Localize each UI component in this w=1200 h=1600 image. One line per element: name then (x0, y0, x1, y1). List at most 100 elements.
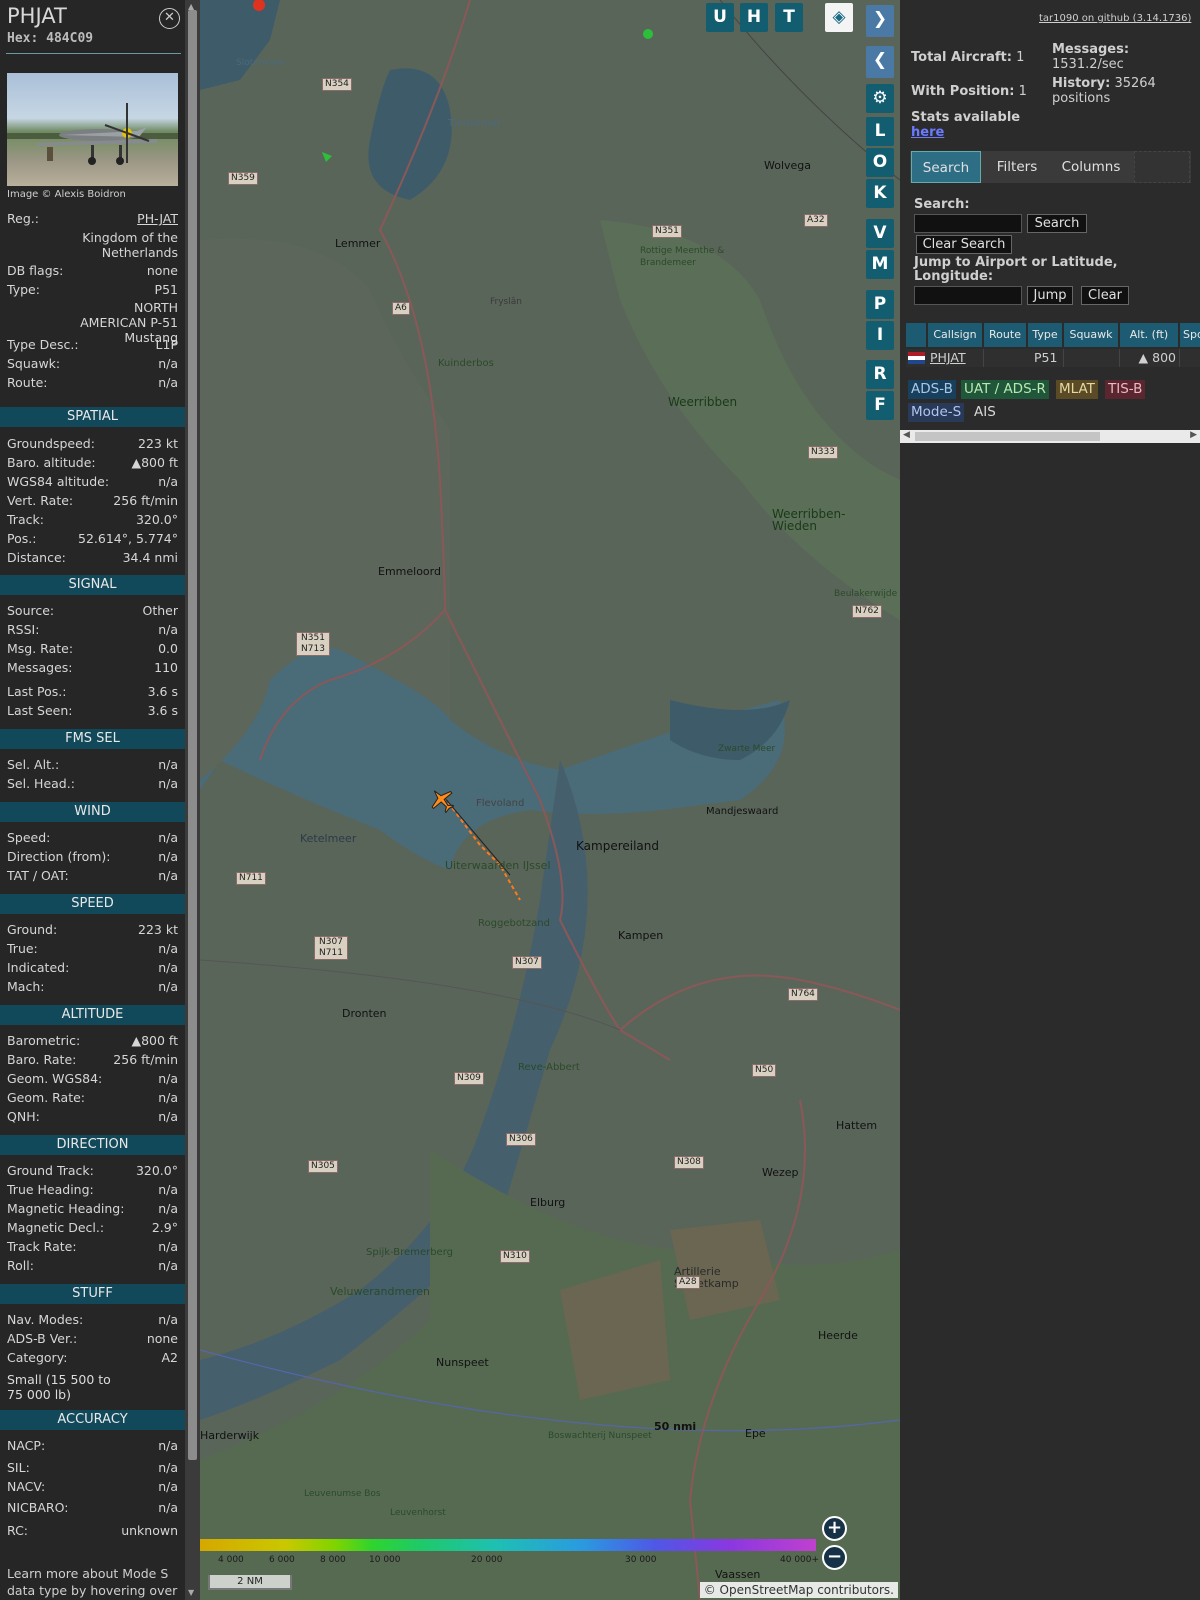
search-button[interactable]: Search (1027, 214, 1087, 233)
stats-here-link[interactable]: here (911, 125, 944, 140)
tab-columns[interactable]: Columns (1053, 151, 1129, 183)
scrollbar-thumb[interactable] (188, 10, 197, 1460)
settings-button[interactable]: ⚙ (866, 84, 894, 113)
clear-button[interactable]: Clear (1081, 286, 1129, 305)
row-callsign[interactable]: PHJAT (930, 349, 966, 367)
col-altitude[interactable]: Alt. (ft) (1120, 323, 1180, 347)
scroll-left-arrow-icon[interactable]: ◀ (903, 430, 910, 440)
badge-mlat[interactable]: MLAT (1056, 380, 1098, 399)
o-button[interactable]: O (866, 148, 894, 177)
tab-search[interactable]: Search (911, 151, 981, 183)
zoom-out-button[interactable]: − (822, 1545, 847, 1570)
detail-value: 52.614°, 5.774° (78, 531, 178, 546)
detail-row: True: n/a (7, 941, 178, 956)
road-label: A28 (676, 1276, 700, 1289)
badge-ais[interactable]: AIS (971, 403, 999, 422)
f-button[interactable]: F (866, 391, 894, 420)
jump-button[interactable]: Jump (1027, 286, 1073, 305)
detail-value: n/a (158, 1438, 178, 1453)
col-callsign[interactable]: Callsign (928, 323, 984, 347)
detail-row: Kingdom of the Netherlands (7, 230, 178, 260)
place-label: Vaassen (715, 1568, 761, 1581)
detail-row: Source: Other (7, 603, 178, 618)
section-header-altitude: ALTITUDE (0, 1005, 185, 1025)
tab-placeholder[interactable] (1134, 151, 1190, 183)
badge-adsb[interactable]: ADS-B (908, 380, 956, 399)
m-button[interactable]: M (866, 250, 894, 279)
col-speed[interactable]: Spd (1180, 323, 1200, 347)
tab-filters[interactable]: Filters (985, 151, 1049, 183)
i-button[interactable]: I (866, 321, 894, 350)
detail-row: Msg. Rate: 0.0 (7, 641, 178, 656)
sidebar-scrollbar[interactable]: ▲ ▼ (185, 0, 200, 1600)
detail-row: Pos.: 52.614°, 5.774° (7, 531, 178, 546)
detail-value: 3.6 s (147, 684, 178, 699)
section-header-signal: SIGNAL (0, 575, 185, 595)
close-icon[interactable]: ✕ (159, 8, 180, 29)
search-input[interactable] (914, 214, 1022, 233)
place-label: Hattem (836, 1119, 878, 1132)
detail-value: 0.0 (158, 641, 178, 656)
badge-modes[interactable]: Mode-S (908, 403, 965, 422)
detail-value[interactable]: PH-JAT (137, 211, 178, 226)
clear-search-button[interactable]: Clear Search (916, 235, 1012, 254)
zoom-in-button[interactable]: + (822, 1516, 847, 1541)
col-flag[interactable] (906, 323, 928, 347)
detail-value: 2.9° (151, 1220, 178, 1235)
green-plane-icon[interactable] (320, 150, 334, 164)
map-view[interactable]: Lemmer Wolvega Emmeloord Weerribben Weerribb… (200, 0, 900, 1600)
detail-value: ▲800 ft (131, 1033, 178, 1048)
place-label: Zwarte Meer (718, 744, 776, 754)
expand-right-button[interactable]: ❯ (866, 5, 894, 37)
detail-value: 223 kt (138, 436, 178, 451)
scroll-right-arrow-icon[interactable]: ▶ (1190, 430, 1197, 440)
detail-label: Geom. WGS84: (7, 1071, 103, 1086)
detail-row: NACV: n/a (7, 1479, 178, 1494)
detail-row: Sel. Alt.: n/a (7, 757, 178, 772)
table-horizontal-scrollbar[interactable]: ◀ ▶ (900, 430, 1200, 443)
layers-button[interactable]: ◈ (825, 3, 853, 32)
map-attribution[interactable]: © OpenStreetMap contributors. (699, 1582, 898, 1598)
v-button[interactable]: V (866, 219, 894, 248)
detail-row: Speed: n/a (7, 830, 178, 845)
hex-code: Hex: 484C09 (7, 31, 94, 46)
l-button[interactable]: L (866, 117, 894, 146)
p-button[interactable]: P (866, 290, 894, 319)
jump-input[interactable] (914, 286, 1022, 305)
detail-label: Track Rate: (7, 1239, 77, 1254)
aircraft-photo[interactable] (7, 73, 178, 186)
detail-row: Mach: n/a (7, 979, 178, 994)
detail-row: Category: A2 (7, 1350, 178, 1365)
detail-value: 256 ft/min (113, 1052, 178, 1067)
h-button[interactable]: H (740, 3, 768, 32)
github-link[interactable]: tar1090 on github (3.14.1736) (1039, 13, 1191, 24)
badge-uat[interactable]: UAT / ADS-R (961, 380, 1049, 399)
col-route[interactable]: Route (984, 323, 1028, 347)
detail-row: Type Desc.: L1P (7, 337, 178, 352)
detail-value: none (146, 263, 178, 278)
badge-tisb[interactable]: TIS-B (1105, 380, 1146, 399)
detail-value: 110 (154, 660, 178, 675)
aircraft-marker-icon[interactable] (428, 786, 456, 814)
altitude-tick-label: 30 000 (625, 1555, 657, 1565)
detail-label: QNH: (7, 1109, 40, 1124)
collapse-left-button[interactable]: ❮ (866, 46, 894, 78)
t-button[interactable]: T (775, 3, 803, 32)
detail-row: Indicated: n/a (7, 960, 178, 975)
r-button[interactable]: R (866, 360, 894, 389)
u-button[interactable]: U (706, 3, 734, 32)
detail-row: Messages: 110 (7, 660, 178, 675)
layers-icon: ◈ (832, 7, 846, 27)
scrollbar-thumb[interactable] (915, 432, 1100, 441)
place-label: Harderwijk (200, 1429, 260, 1442)
detail-label: ADS-B Ver.: (7, 1331, 78, 1346)
scroll-down-arrow-icon[interactable]: ▼ (188, 1588, 194, 1597)
detail-value: 256 ft/min (113, 493, 178, 508)
detail-value: n/a (158, 1239, 178, 1254)
detail-row: Nav. Modes: n/a (7, 1312, 178, 1327)
detail-value: n/a (158, 1258, 178, 1273)
k-button[interactable]: K (866, 179, 894, 208)
col-type[interactable]: Type (1028, 323, 1064, 347)
col-squawk[interactable]: Squawk (1064, 323, 1120, 347)
detail-value: n/a (158, 868, 178, 883)
